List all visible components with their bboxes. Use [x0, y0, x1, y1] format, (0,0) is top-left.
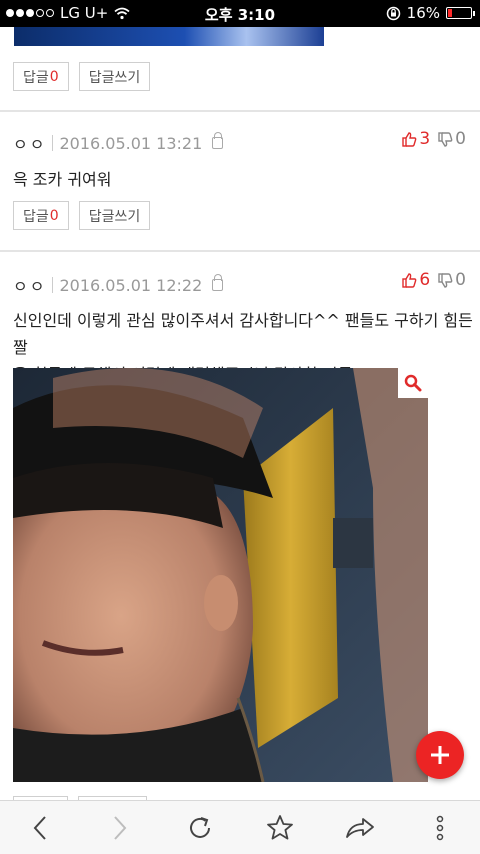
like-count: 6 — [419, 270, 431, 290]
reload-icon — [190, 816, 210, 838]
lock-icon — [212, 274, 224, 291]
comment-actions: 답글 0 답글쓰기 — [13, 201, 151, 230]
reply-count-button[interactable]: 답글 0 — [13, 62, 69, 91]
magnifier-icon — [404, 374, 422, 392]
comment-author: ㅇㅇ — [13, 277, 47, 296]
previous-comment-image[interactable] — [14, 27, 324, 46]
plus-icon — [431, 746, 449, 764]
reply-count: 0 — [49, 68, 59, 85]
comment-text-line: 신인인데 이렇게 관심 많이주셔서 감사합니다^^ 팬들도 구하기 힘든짤 — [13, 311, 473, 357]
rotation-lock-icon — [386, 6, 400, 20]
battery-percent: 16% — [406, 4, 440, 22]
thumbs-down-icon — [438, 131, 453, 147]
divider — [0, 110, 480, 112]
forward-button[interactable] — [100, 808, 140, 848]
add-comment-fab[interactable] — [416, 731, 464, 779]
comment-meta: ㅇㅇ 2016.05.01 13:21 — [13, 131, 224, 155]
lock-icon — [212, 132, 224, 149]
photo-image — [13, 368, 428, 782]
divider — [0, 250, 480, 252]
thumbs-up-icon — [402, 131, 417, 147]
more-button[interactable] — [420, 808, 460, 848]
back-button[interactable] — [20, 808, 60, 848]
reply-label: 답글 — [23, 208, 49, 225]
reply-count-button[interactable]: 답글 0 — [13, 201, 69, 230]
star-icon — [267, 814, 293, 839]
dislike-button[interactable]: 0 — [438, 270, 466, 290]
comment-meta: ㅇㅇ 2016.05.01 12:22 — [13, 273, 224, 297]
reply-label: 답글 — [23, 69, 49, 86]
chevron-right-icon — [114, 815, 127, 840]
reload-button[interactable] — [180, 808, 220, 848]
share-icon — [346, 817, 374, 838]
status-right: 16% — [386, 4, 475, 22]
previous-comment-actions: 답글 0 답글쓰기 — [13, 62, 151, 91]
zoom-button[interactable] — [398, 368, 428, 398]
write-reply-button[interactable]: 답글쓰기 — [78, 62, 151, 91]
comment-author: ㅇㅇ — [13, 135, 47, 154]
comment-votes: 6 0 — [402, 270, 466, 290]
dislike-count: 0 — [455, 129, 466, 149]
browser-toolbar — [0, 800, 480, 854]
more-vertical-icon — [436, 815, 444, 840]
chevron-left-icon — [33, 815, 46, 840]
comment-date: 2016.05.01 12:22 — [59, 275, 203, 295]
comment-text: 윽 조카 귀여워 — [13, 170, 112, 189]
write-reply-button[interactable]: 답글쓰기 — [78, 201, 151, 230]
like-count: 3 — [419, 129, 431, 149]
reply-count: 0 — [49, 207, 59, 224]
share-button[interactable] — [340, 808, 380, 848]
thumbs-down-icon — [438, 272, 453, 288]
bookmark-button[interactable] — [260, 808, 300, 848]
status-bar: LG U+ 오후 3:10 16% — [0, 0, 480, 27]
comment-votes: 3 0 — [402, 129, 466, 149]
like-button[interactable]: 6 — [402, 270, 430, 290]
battery-icon — [446, 7, 475, 19]
comment-photo[interactable] — [13, 368, 428, 782]
dislike-count: 0 — [455, 270, 466, 290]
dislike-button[interactable]: 0 — [438, 129, 466, 149]
like-button[interactable]: 3 — [402, 129, 430, 149]
thumbs-up-icon — [402, 272, 417, 288]
comment-date: 2016.05.01 13:21 — [59, 133, 203, 153]
